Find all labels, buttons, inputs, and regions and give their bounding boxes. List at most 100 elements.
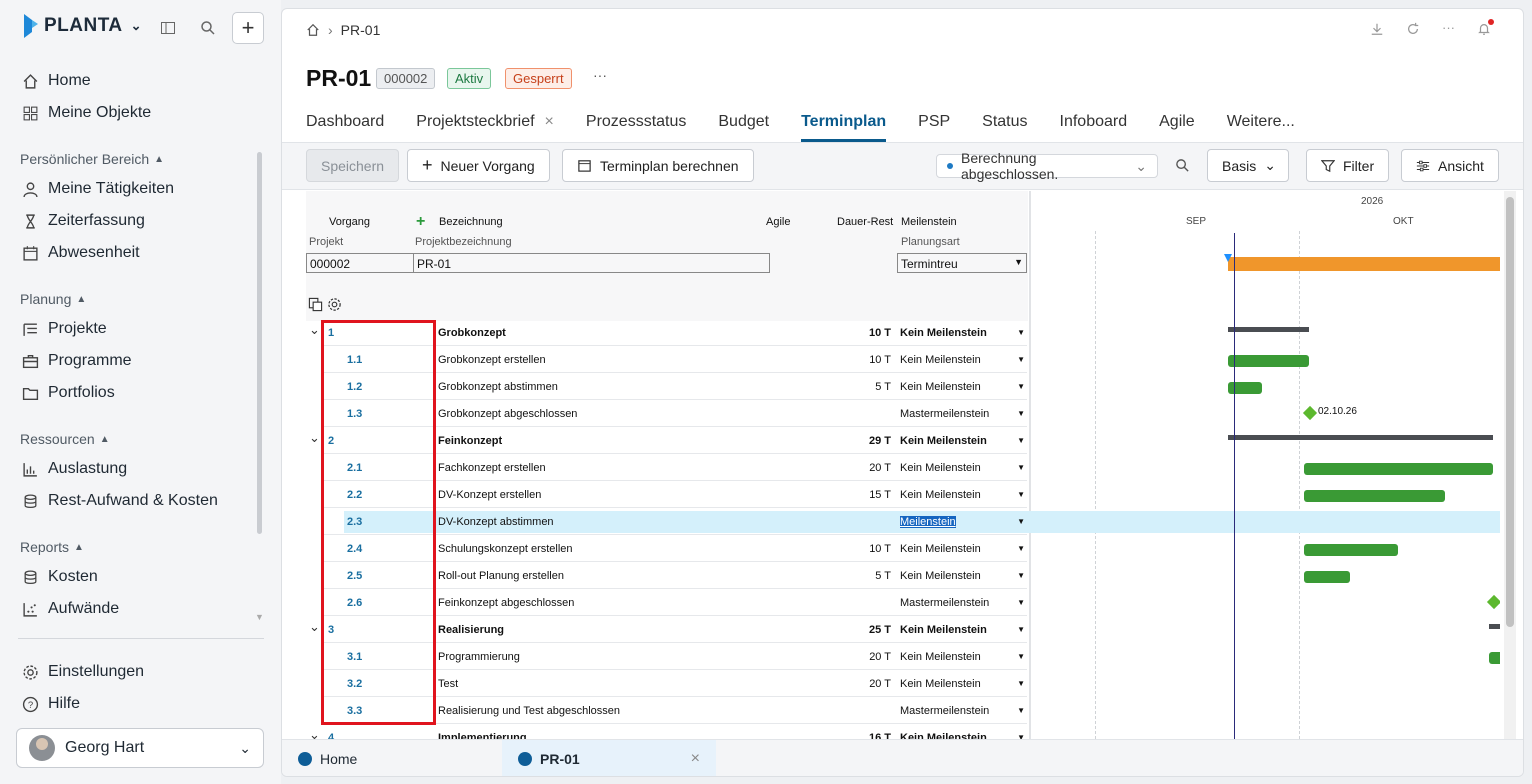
table-row[interactable]: 1.1 Grobkonzept erstellen 10 T Kein Meilens…	[282, 349, 1500, 376]
calculation-status-select[interactable]: Berechnung abgeschlossen. ⌄	[936, 150, 1158, 182]
calculate-schedule-button[interactable]: Terminplan berechnen	[562, 149, 754, 182]
tab-budget[interactable]: Budget	[718, 113, 769, 141]
user-menu[interactable]: Georg Hart ⌄	[16, 728, 264, 768]
nav-projekte[interactable]: Projekte	[22, 318, 107, 340]
milestone-select[interactable]: Mastermeilenstein ▼	[900, 408, 1027, 420]
task-duration[interactable]: 15 T	[869, 489, 891, 501]
nav-hilfe[interactable]: ? Hilfe	[22, 693, 80, 715]
task-duration[interactable]: 5 T	[875, 570, 891, 582]
nav-abwesenheit[interactable]: Abwesenheit	[22, 242, 140, 264]
tab-prozessstatus[interactable]: Prozessstatus	[586, 113, 686, 141]
tab-psp[interactable]: PSP	[918, 113, 950, 141]
new-task-button[interactable]: + Neuer Vorgang	[407, 149, 550, 182]
table-row[interactable]: ⌄ 2 Feinkonzept 29 T Kein Meilenstein ▼	[282, 430, 1500, 457]
task-name[interactable]: Grobkonzept abgeschlossen	[438, 408, 577, 420]
table-row[interactable]: 3.1 Programmierung 20 T Kein Meilenstein ▼	[282, 646, 1500, 673]
milestone-select[interactable]: Kein Meilenstein ▼	[900, 462, 1027, 474]
chevron-down-icon[interactable]: ⌄	[131, 18, 142, 34]
more-actions-button[interactable]: ···	[593, 67, 607, 83]
copy-icon[interactable]	[308, 297, 323, 312]
task-name[interactable]: Roll-out Planung erstellen	[438, 570, 564, 582]
add-button[interactable]: +	[232, 12, 264, 44]
bottom-tab-home[interactable]: Home	[282, 740, 373, 776]
table-row[interactable]: 3.3 Realisierung und Test abgeschlossen Ma…	[282, 700, 1500, 727]
home-icon[interactable]	[306, 23, 320, 37]
task-name[interactable]: Realisierung und Test abgeschlossen	[438, 705, 620, 717]
table-row[interactable]: 1.2 Grobkonzept abstimmen 5 T Kein Meilenst…	[282, 376, 1500, 403]
nav-meine-objekte[interactable]: Meine Objekte	[22, 102, 151, 124]
table-row[interactable]: ⌄ 3 Realisierung 25 T Kein Meilenstein ▼	[282, 619, 1500, 646]
more-icon[interactable]: ···	[1442, 21, 1455, 36]
expand-chevron-icon[interactable]: ⌄	[309, 430, 320, 446]
task-name[interactable]: DV-Konzept erstellen	[438, 489, 541, 501]
milestone-select[interactable]: Kein Meilenstein ▼	[900, 354, 1027, 366]
table-row[interactable]: 2.1 Fachkonzept erstellen 20 T Kein Meilens…	[282, 457, 1500, 484]
expand-chevron-icon[interactable]: ⌄	[309, 322, 320, 338]
task-name[interactable]: Grobkonzept erstellen	[438, 354, 546, 366]
notification-bell[interactable]	[1477, 19, 1494, 36]
planta-logo[interactable]: PLANTA ⌄	[22, 14, 142, 38]
col-header-dauer-rest[interactable]: Dauer-Rest	[837, 216, 893, 228]
nav-portfolios[interactable]: Portfolios	[22, 382, 115, 404]
tab-projektsteckbrief[interactable]: Projektsteckbrief ×	[416, 113, 554, 141]
nav-aufwaende[interactable]: Aufwände	[22, 598, 119, 620]
planungsart-select[interactable]: Termintreu ▼	[897, 253, 1027, 273]
sidebar-toggle-icon[interactable]	[160, 20, 176, 36]
add-row-icon[interactable]: +	[416, 213, 425, 231]
task-name[interactable]: Grobkonzept	[438, 327, 506, 339]
search-icon[interactable]	[1175, 158, 1190, 173]
close-icon[interactable]: ×	[691, 750, 700, 768]
task-name[interactable]: Programmierung	[438, 651, 520, 663]
milestone-select[interactable]: Kein Meilenstein ▼	[900, 678, 1027, 690]
milestone-select[interactable]: Meilenstein ▼	[900, 516, 1027, 528]
tab-terminplan[interactable]: Terminplan	[801, 113, 887, 142]
refresh-icon[interactable]	[1406, 22, 1420, 36]
table-row[interactable]: 2.3 DV-Konzept abstimmen Meilenstein ▼	[282, 511, 1500, 538]
filter-button[interactable]: Filter	[1306, 149, 1390, 182]
tab-status[interactable]: Status	[982, 113, 1027, 141]
nav-einstellungen[interactable]: Einstellungen	[22, 661, 144, 683]
col-header-agile[interactable]: Agile	[766, 216, 790, 228]
table-row[interactable]: 3.2 Test 20 T Kein Meilenstein ▼	[282, 673, 1500, 700]
section-planung[interactable]: Planung ▲	[20, 291, 86, 307]
col-header-vorgang[interactable]: Vorgang	[329, 216, 370, 228]
task-duration[interactable]: 10 T	[869, 327, 891, 339]
task-name[interactable]: Feinkonzept	[438, 435, 502, 447]
col-header-bezeichnung[interactable]: Bezeichnung	[439, 216, 503, 228]
nav-zeiterfassung[interactable]: Zeiterfassung	[22, 210, 145, 232]
sidebar-scrollbar[interactable]	[257, 152, 262, 534]
scroll-down-icon[interactable]: ▼	[255, 612, 264, 622]
task-name[interactable]: DV-Konzept abstimmen	[438, 516, 554, 528]
table-row[interactable]: 2.5 Roll-out Planung erstellen 5 T Kein Mei…	[282, 565, 1500, 592]
milestone-select[interactable]: Kein Meilenstein ▼	[900, 489, 1027, 501]
tab-infoboard[interactable]: Infoboard	[1060, 113, 1128, 141]
tab-dashboard[interactable]: Dashboard	[306, 113, 384, 141]
milestone-select[interactable]: Mastermeilenstein ▼	[900, 705, 1027, 717]
nav-auslastung[interactable]: Auslastung	[22, 458, 127, 480]
search-icon[interactable]	[200, 20, 216, 36]
download-icon[interactable]	[1370, 22, 1384, 36]
section-reports[interactable]: Reports ▲	[20, 539, 84, 555]
table-row[interactable]: ⌄ 1 Grobkonzept 10 T Kein Meilenstein ▼	[282, 322, 1500, 349]
basis-dropdown[interactable]: Basis ⌄	[1207, 149, 1289, 182]
task-name[interactable]: Schulungskonzept erstellen	[438, 543, 573, 555]
task-duration[interactable]: 25 T	[869, 624, 891, 636]
task-duration[interactable]: 5 T	[875, 381, 891, 393]
milestone-select[interactable]: Mastermeilenstein ▼	[900, 597, 1027, 609]
section-persoenlicher-bereich[interactable]: Persönlicher Bereich ▲	[20, 151, 164, 167]
milestone-select[interactable]: Kein Meilenstein ▼	[900, 543, 1027, 555]
milestone-select[interactable]: Kein Meilenstein ▼	[900, 570, 1027, 582]
bottom-tab-pr01[interactable]: PR-01 ×	[502, 740, 716, 776]
table-row[interactable]: 2.4 Schulungskonzept erstellen 10 T Kein Me…	[282, 538, 1500, 565]
task-name[interactable]: Grobkonzept abstimmen	[438, 381, 558, 393]
milestone-select[interactable]: Kein Meilenstein ▼	[900, 381, 1027, 393]
nav-home[interactable]: Home	[22, 70, 91, 92]
task-name[interactable]: Feinkonzept abgeschlossen	[438, 597, 574, 609]
col-header-meilenstein[interactable]: Meilenstein	[901, 216, 957, 228]
task-duration[interactable]: 20 T	[869, 462, 891, 474]
tab-agile[interactable]: Agile	[1159, 113, 1195, 141]
view-button[interactable]: Ansicht	[1401, 149, 1499, 182]
task-name[interactable]: Fachkonzept erstellen	[438, 462, 546, 474]
save-button[interactable]: Speichern	[306, 149, 400, 182]
task-name[interactable]: Test	[438, 678, 458, 690]
